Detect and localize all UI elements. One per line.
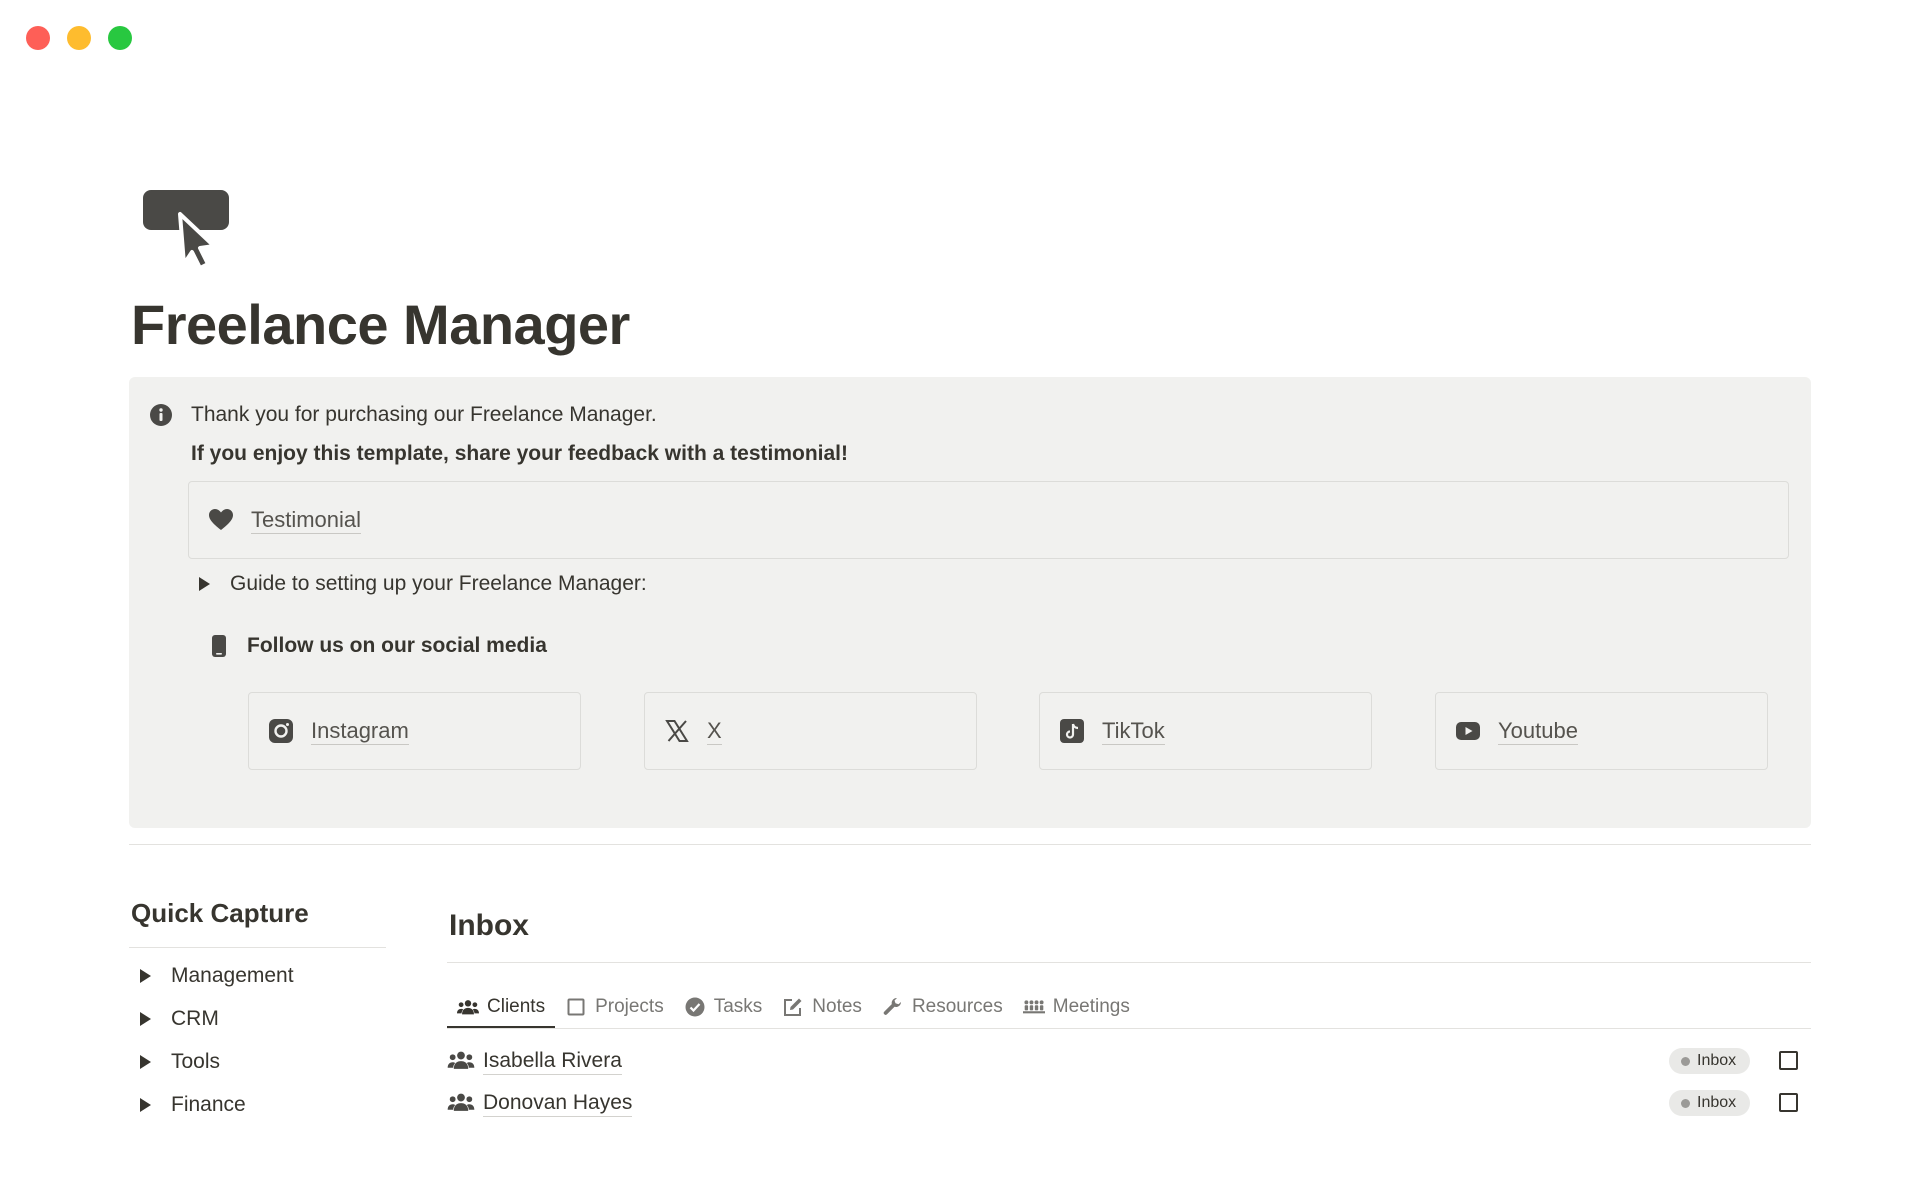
tab-label: Resources [911, 996, 1003, 1017]
tiktok-icon [1058, 717, 1086, 745]
callout-block: Thank you for purchasing our Freelance M… [129, 377, 1811, 828]
toggle-triangle-icon [140, 1055, 151, 1069]
follow-heading: Follow us on our social media [211, 634, 547, 658]
quick-capture-item-management[interactable]: Management [140, 964, 294, 988]
status-label: Inbox [1697, 1094, 1737, 1111]
toggle-triangle-icon [140, 1012, 151, 1026]
row-checkbox[interactable] [1779, 1051, 1798, 1070]
quick-capture-item-label: CRM [171, 1007, 219, 1030]
callout-text: Thank you for purchasing our Freelance M… [191, 403, 657, 426]
instagram-label: Instagram [311, 717, 409, 745]
quick-capture-item-crm[interactable]: CRM [140, 1007, 219, 1031]
youtube-link[interactable]: Youtube [1435, 692, 1768, 770]
client-name[interactable]: Donovan Hayes [483, 1090, 633, 1117]
guide-toggle[interactable]: Guide to setting up your Freelance Manag… [199, 572, 647, 596]
quick-capture-divider [129, 947, 386, 948]
quick-capture-item-finance[interactable]: Finance [140, 1093, 246, 1117]
minimize-window-button[interactable] [67, 26, 91, 50]
maximize-window-button[interactable] [108, 26, 132, 50]
inbox-tabs: Clients Projects Tasks Notes Resources M… [447, 986, 1140, 1029]
page-title: Freelance Manager [131, 293, 630, 356]
cursor-click-icon[interactable] [140, 186, 236, 270]
follow-label: Follow us on our social media [247, 634, 547, 657]
inbox-divider [447, 962, 1811, 963]
tabs-divider [447, 1028, 1811, 1029]
tab-tasks[interactable]: Tasks [674, 986, 773, 1028]
x-icon [663, 717, 691, 745]
instagram-link[interactable]: Instagram [248, 692, 581, 770]
check-circle-icon [684, 996, 706, 1018]
people-icon [457, 996, 479, 1018]
tab-label: Projects [595, 996, 664, 1017]
x-label: X [707, 717, 722, 745]
status-badge: Inbox [1669, 1048, 1751, 1074]
square-icon [565, 996, 587, 1018]
tab-projects[interactable]: Projects [555, 986, 674, 1028]
x-link[interactable]: X [644, 692, 977, 770]
people-icon [447, 1050, 475, 1072]
edit-icon [782, 996, 804, 1018]
instagram-icon [267, 717, 295, 745]
wrench-icon [882, 996, 904, 1018]
inbox-title: Inbox [449, 909, 529, 942]
tab-resources[interactable]: Resources [872, 986, 1013, 1028]
quick-capture-item-tools[interactable]: Tools [140, 1050, 220, 1074]
tab-notes[interactable]: Notes [772, 986, 872, 1028]
tab-label: Notes [812, 996, 862, 1017]
youtube-icon [1454, 717, 1482, 745]
tiktok-link[interactable]: TikTok [1039, 692, 1372, 770]
heart-icon [207, 506, 235, 534]
list-item[interactable]: Isabella Rivera Inbox [447, 1041, 1811, 1081]
quick-capture-item-label: Tools [171, 1050, 221, 1073]
client-name[interactable]: Isabella Rivera [483, 1048, 622, 1075]
toggle-triangle-icon [140, 969, 151, 983]
status-dot [1681, 1056, 1690, 1066]
quick-capture-item-label: Management [171, 964, 294, 987]
status-label: Inbox [1697, 1052, 1737, 1069]
window-controls [26, 26, 132, 50]
tab-label: Tasks [713, 996, 763, 1017]
tab-meetings[interactable]: Meetings [1013, 986, 1140, 1028]
row-checkbox[interactable] [1779, 1093, 1798, 1112]
tiktok-label: TikTok [1102, 717, 1165, 745]
guide-toggle-label: Guide to setting up your Freelance Manag… [230, 572, 647, 595]
toggle-triangle-icon [199, 577, 210, 591]
tab-label: Meetings [1052, 996, 1130, 1017]
list-item[interactable]: Donovan Hayes Inbox [447, 1083, 1811, 1123]
youtube-label: Youtube [1498, 717, 1578, 745]
quick-capture-item-label: Finance [171, 1093, 246, 1116]
tab-clients[interactable]: Clients [447, 986, 556, 1029]
testimonial-label: Testimonial [251, 506, 362, 534]
quick-capture-title: Quick Capture [131, 898, 309, 928]
status-badge: Inbox [1669, 1090, 1751, 1116]
phone-icon [211, 634, 227, 658]
toggle-triangle-icon [140, 1098, 151, 1112]
testimonial-link[interactable]: Testimonial [188, 481, 1789, 559]
callout-bold-text: If you enjoy this template, share your f… [191, 442, 848, 465]
status-dot [1681, 1098, 1690, 1108]
divider [129, 844, 1811, 845]
tab-label: Clients [487, 996, 546, 1017]
people-icon [447, 1092, 475, 1114]
close-window-button[interactable] [26, 26, 50, 50]
meeting-icon [1022, 996, 1045, 1018]
info-icon [149, 403, 173, 427]
